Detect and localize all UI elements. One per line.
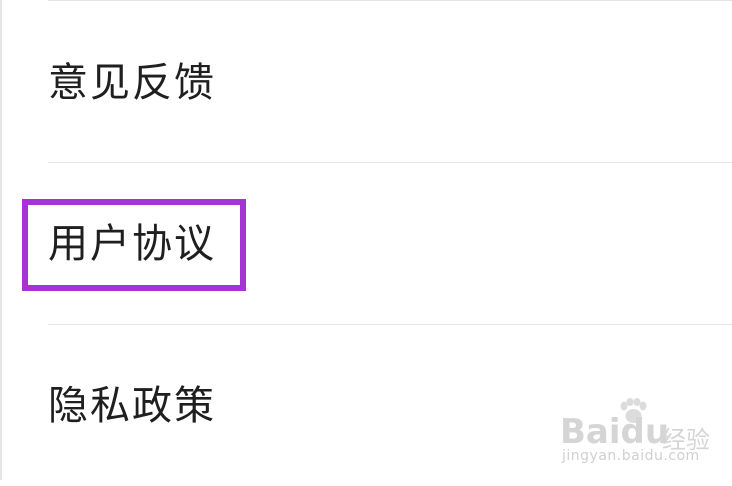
menu-item-user-agreement[interactable]: 用户协议: [48, 164, 732, 324]
divider-top: [48, 0, 732, 1]
menu-item-privacy-policy-label: 隐私政策: [48, 383, 216, 429]
watermark-brand: Baidu: [560, 412, 670, 452]
menu-item-user-agreement-label: 用户协议: [48, 221, 216, 267]
menu-item-feedback[interactable]: 意见反馈: [48, 3, 732, 163]
baidu-jingyan-watermark: Baidu 经验 jingyan.baidu.com: [560, 398, 728, 470]
watermark-url: jingyan.baidu.com: [562, 448, 700, 464]
divider-1: [48, 162, 732, 163]
divider-2: [48, 324, 732, 325]
menu-item-feedback-label: 意见反馈: [48, 60, 216, 106]
left-edge-line: [0, 0, 2, 480]
